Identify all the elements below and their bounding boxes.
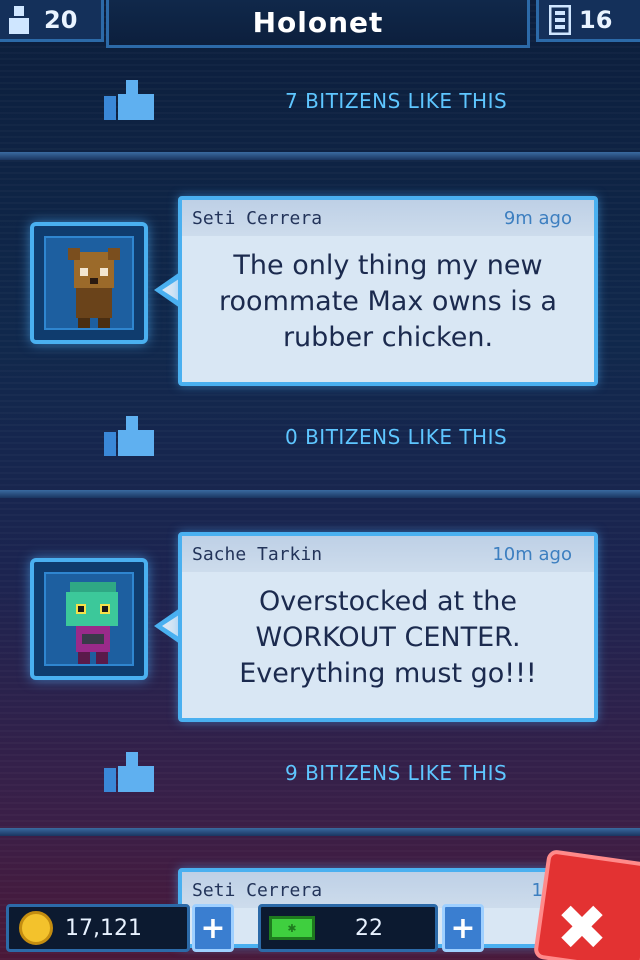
alien-character-icon [66, 582, 118, 664]
buy-bux-button[interactable]: + [442, 904, 484, 952]
likes-count: 9 BITIZENS LIKE THIS [285, 761, 508, 785]
population-value: 20 [44, 5, 78, 34]
background [0, 0, 640, 960]
timestamp: 9m ago [503, 207, 572, 229]
bux-value: 22 [355, 915, 383, 941]
population-counter: 20 [0, 0, 104, 42]
message-text: The only thing my new roommate Max owns … [219, 250, 557, 353]
like-line: 0 BITIZENS LIKE THIS [0, 416, 640, 456]
coins-value: 17,121 [65, 915, 142, 941]
row-divider [0, 490, 640, 498]
message-header: Sache Tarkin 10m ago [182, 536, 594, 572]
author-name: Sache Tarkin [192, 543, 323, 565]
page-title: Holonet [106, 0, 530, 48]
thumbs-up-icon[interactable] [104, 752, 156, 792]
likes-count: 7 BITIZENS LIKE THIS [285, 89, 508, 113]
thumbs-up-icon[interactable] [104, 416, 156, 456]
thumbs-up-icon[interactable] [104, 80, 156, 120]
message-bubble: Sache Tarkin 10m ago Overstocked at the … [178, 532, 598, 722]
tower-icon [549, 4, 571, 35]
bottom-bar: 17,121 + ✱ 22 + ✖ [0, 848, 640, 960]
message-text: Overstocked at the WORKOUT CENTER. Every… [239, 586, 537, 689]
message-bubble: Seti Cerrera 9m ago The only thing my ne… [178, 196, 598, 386]
like-line: 7 BITIZENS LIKE THIS [0, 80, 640, 120]
message-header: Seti Cerrera 9m ago [182, 200, 594, 236]
coins-display: 17,121 [6, 904, 190, 952]
avatar[interactable] [30, 222, 148, 344]
row-divider [0, 152, 640, 160]
author-name: Seti Cerrera [192, 207, 323, 229]
bux-icon: ✱ [269, 916, 315, 940]
bux-display: ✱ 22 [258, 904, 438, 952]
coin-icon [19, 911, 53, 945]
person-icon [9, 5, 29, 34]
floors-value: 16 [579, 5, 613, 34]
ewok-character-icon [68, 248, 120, 328]
close-icon[interactable]: ✖ [556, 896, 608, 960]
buy-coins-button[interactable]: + [192, 904, 234, 952]
timestamp: 10m ago [492, 543, 572, 565]
likes-count: 0 BITIZENS LIKE THIS [285, 425, 508, 449]
like-line: 9 BITIZENS LIKE THIS [0, 752, 640, 792]
row-divider [0, 828, 640, 836]
floors-counter: 16 [536, 0, 640, 42]
top-bar: 20 Holonet 16 [0, 0, 640, 48]
avatar[interactable] [30, 558, 148, 680]
